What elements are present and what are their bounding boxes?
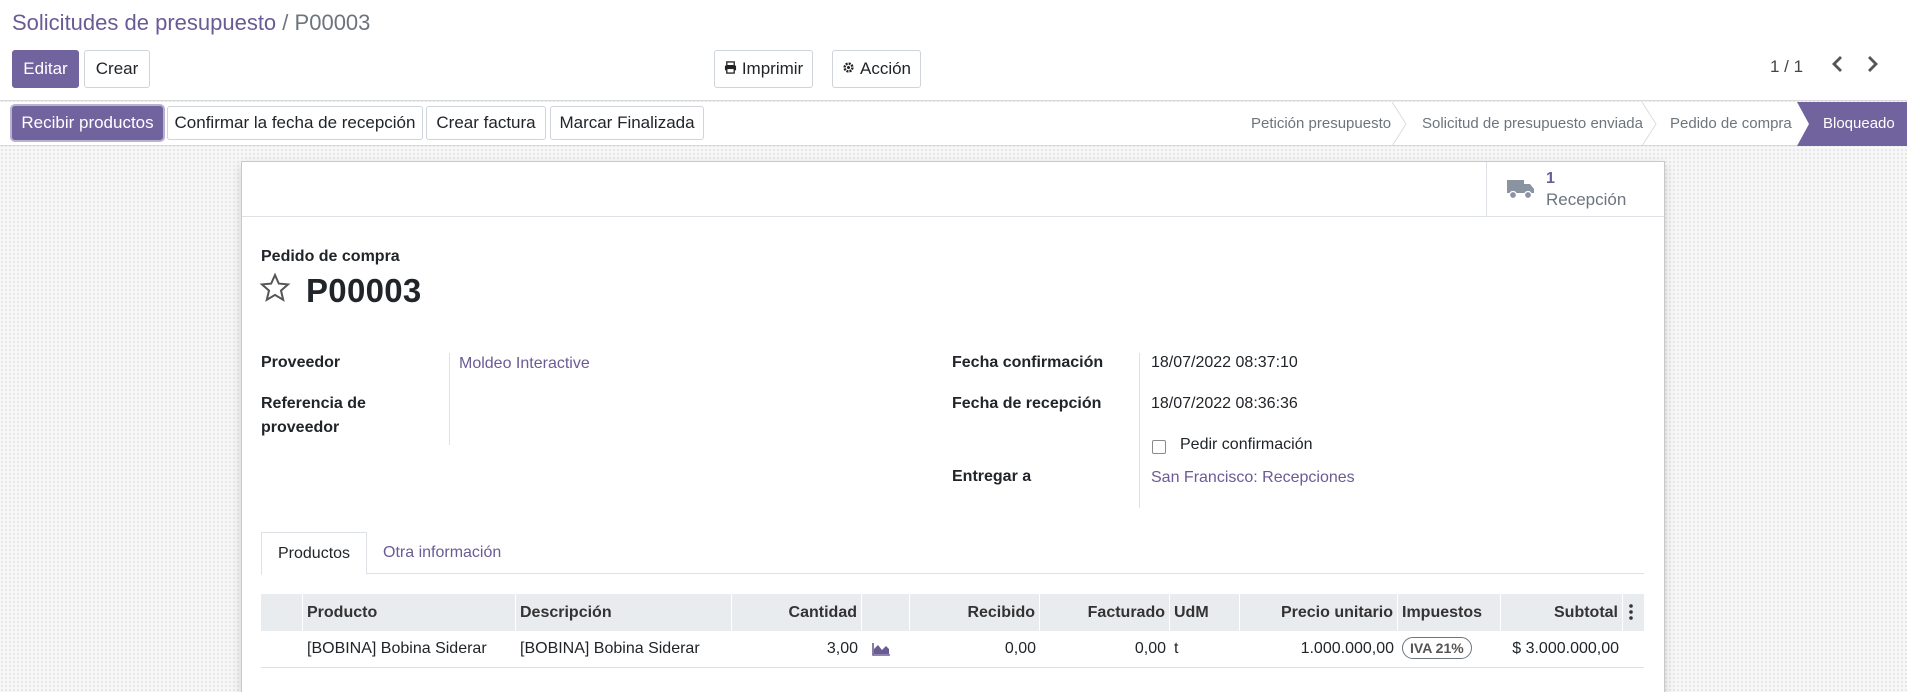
confirm-receipt-date-button[interactable]: Confirmar la fecha de recepción [167,106,423,140]
vendor-reference-label: Referencia de proveedor [261,392,366,440]
create-button-label: Crear [95,59,139,78]
optional-columns-toggle[interactable] [1623,594,1644,631]
print-button-label: Imprimir [741,59,804,78]
confirmation-date-label: Fecha confirmación [952,354,1104,371]
receptions-count: 1 [1546,170,1555,187]
tab-products[interactable]: Productos [261,532,367,575]
action-button-label: Acción [859,59,912,78]
gear-icon [842,61,855,77]
column-received[interactable]: Recibido [910,594,1040,631]
stage-purchase-order[interactable]: Pedido de compra [1670,102,1792,146]
stage-rfq[interactable]: Petición presupuesto [1251,102,1391,146]
stage-rfq-sent[interactable]: Solicitud de presupuesto enviada [1422,102,1643,146]
notebook-tabs: Productos Otra información [261,532,1644,575]
record-type-label: Pedido de compra [261,248,400,265]
order-lines-header: Producto Descripción Cantidad Recibido F… [261,594,1644,631]
pager-next-button[interactable] [1866,54,1880,80]
cell-product: [BOBINA] Bobina Siderar [307,640,487,657]
breadcrumb-separator: / [282,10,289,35]
column-subtotal[interactable]: Subtotal [1501,594,1623,631]
pager-previous-button[interactable] [1830,54,1844,80]
cell-unit-price: 1.000.000,00 [1300,640,1394,657]
receipt-date-label: Fecha de recepción [952,395,1102,412]
stage-separator [1391,102,1407,146]
control-panel: Solicitudes de presupuesto / P00003 Edit… [0,0,1907,101]
cell-invoiced: 0,00 [1134,640,1166,657]
breadcrumb-current: P00003 [294,10,371,35]
receipt-date-field[interactable]: 18/07/2022 08:36:36 [1151,392,1298,416]
deliver-to-field[interactable]: San Francisco: Recepciones [1151,466,1355,490]
receptions-label: Recepción [1546,190,1627,209]
mark-done-button[interactable]: Marcar Finalizada [550,106,704,140]
vertical-ellipsis-icon [1629,604,1633,620]
chevron-left-icon [1832,56,1842,72]
create-button[interactable]: Crear [84,50,150,88]
action-dropdown-button[interactable]: Acción [832,50,921,88]
edit-button-label: Editar [23,59,68,78]
chevron-right-icon [1868,56,1878,72]
confirmation-date-field[interactable]: 18/07/2022 08:37:10 [1151,351,1298,375]
truck-icon [1507,180,1534,200]
cell-received: 0,00 [1004,640,1036,657]
column-quantity[interactable]: Cantidad [732,594,862,631]
cell-quantity: 3,00 [826,640,858,657]
column-taxes[interactable]: Impuestos [1398,594,1501,631]
table-row[interactable]: [BOBINA] Bobina Siderar [BOBINA] Bobina … [261,631,1644,668]
column-unit-price[interactable]: Precio unitario [1240,594,1398,631]
confirm-receipt-date-label: Confirmar la fecha de recepción [174,113,416,132]
edit-button[interactable]: Editar [12,50,79,88]
record-title: P00003 [306,272,422,309]
deliver-to-label: Entregar a [952,468,1032,485]
vendor-reference-label-line1: Referencia de [261,395,366,412]
vendor-field[interactable]: Moldeo Interactive [459,352,590,376]
button-box: 1 Recepción [242,162,1664,217]
pager-value[interactable]: 1 / 1 [1770,57,1803,77]
ask-confirmation-checkbox[interactable] [1152,440,1166,454]
statusbar: Recibir productos Confirmar la fecha de … [0,102,1907,146]
receive-products-button[interactable]: Recibir productos [12,106,163,140]
create-invoice-button[interactable]: Crear factura [426,106,546,140]
receptions-smart-button[interactable]: 1 Recepción [1486,162,1664,217]
stage-locked: Bloqueado [1797,102,1907,146]
stage-separator [1641,102,1657,146]
field-divider [449,353,450,445]
column-description[interactable]: Descripción [516,594,732,631]
ask-confirmation-label: Pedir confirmación [1180,436,1313,453]
column-product[interactable]: Producto [303,594,516,631]
cell-subtotal: $ 3.000.000,00 [1512,640,1619,657]
print-dropdown-button[interactable]: Imprimir [714,50,813,88]
vendor-label: Proveedor [261,354,341,371]
area-chart-icon [872,642,890,656]
forecast-button[interactable] [862,631,910,667]
cell-uom: t [1174,640,1179,657]
breadcrumb: Solicitudes de presupuesto / P00003 [12,10,370,36]
printer-icon [724,61,737,77]
column-uom[interactable]: UdM [1170,594,1240,631]
create-invoice-label: Crear factura [436,113,536,132]
field-divider [1139,353,1140,508]
tab-other-info[interactable]: Otra información [367,532,517,575]
star-icon[interactable] [259,272,291,304]
cell-description: [BOBINA] Bobina Siderar [520,640,700,657]
tax-badge: IVA 21% [1402,637,1472,659]
column-handle [261,594,303,631]
form-sheet: 1 Recepción Pedido de compra P00003 Prov… [241,161,1665,692]
vendor-reference-label-line2: proveedor [261,419,340,436]
cell-taxes: IVA 21% [1398,631,1501,667]
column-forecast [862,594,910,631]
column-invoiced[interactable]: Facturado [1040,594,1170,631]
mark-done-label: Marcar Finalizada [559,113,695,132]
vendor-reference-field[interactable] [459,392,859,416]
receive-products-label: Recibir productos [21,113,154,132]
breadcrumb-parent-link[interactable]: Solicitudes de presupuesto [12,10,276,35]
